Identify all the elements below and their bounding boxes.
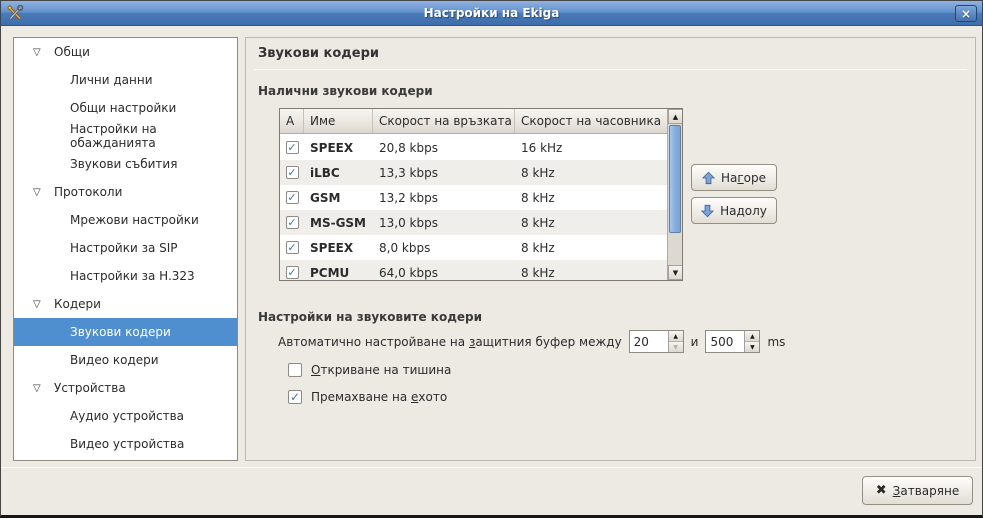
scrollbar-thumb[interactable]	[669, 125, 681, 233]
scroll-down-button[interactable]: ▼	[668, 265, 683, 280]
echo-cancellation-row[interactable]: ✓ Премахване на ехото	[288, 390, 447, 404]
scroll-up-button[interactable]: ▲	[668, 109, 683, 124]
column-header-active[interactable]: A	[280, 109, 304, 133]
sidebar-item-audio-ustroystva[interactable]: Аудио устройства	[14, 402, 237, 430]
arrow-up-icon: ▲	[673, 113, 678, 121]
move-down-label: Надолу	[720, 204, 767, 218]
expander-icon[interactable]: ▽	[33, 383, 48, 394]
spinner-steppers: ▲ ▼	[668, 331, 683, 352]
column-header-bitrate[interactable]: Скорост на връзката	[373, 109, 515, 133]
jitter-max-spinbox[interactable]: ▲ ▼	[705, 330, 760, 353]
close-x-icon: ✖	[876, 483, 887, 498]
codec-settings-label: Настройки на звуковите кодери	[258, 310, 482, 324]
jitter-min-input[interactable]	[630, 331, 668, 352]
preferences-window: Настройки на Ekiga × ▽ Общи Лични данни …	[0, 0, 983, 518]
table-row[interactable]: ✓ PCMU 64,0 kbps 8 kHz	[280, 260, 667, 281]
close-button-label: Затваряне	[893, 484, 960, 498]
move-down-button[interactable]: Надолу	[691, 197, 777, 224]
sidebar-item-nastroyki-za-h323[interactable]: Настройки за H.323	[14, 262, 237, 290]
sidebar-item-video-ustroystva[interactable]: Видео устройства	[14, 430, 237, 458]
jitter-max-input[interactable]	[706, 331, 744, 352]
up-arrow-icon	[702, 171, 715, 185]
sidebar-item-mrezhovi-nastroyki[interactable]: Мрежови настройки	[14, 206, 237, 234]
codec-table-header: A Име Скорост на връзката Скорост на час…	[280, 109, 667, 134]
table-row[interactable]: ✓ SPEEX 8,0 kbps 8 kHz	[280, 235, 667, 260]
codec-table-body: ✓ SPEEX 20,8 kbps 16 kHz ✓ iLBC 13,3 kbp…	[280, 135, 667, 281]
page-title: Звукови кодери	[258, 46, 379, 61]
codec-enabled-checkbox[interactable]: ✓	[286, 166, 299, 179]
close-button[interactable]: ✖ Затваряне	[862, 476, 973, 505]
move-up-label: Нагоре	[721, 171, 766, 185]
table-scrollbar[interactable]: ▲ ▼	[667, 109, 682, 280]
move-up-button[interactable]: Нагоре	[691, 164, 777, 191]
jitter-min-spinbox[interactable]: ▲ ▼	[629, 330, 684, 353]
sidebar-item-nastroyki-na-obazhdaniyata[interactable]: Настройки на обажданията	[14, 122, 237, 150]
silence-detection-row[interactable]: Откриване на тишина	[288, 363, 451, 377]
titlebar[interactable]: Настройки на Ekiga ×	[1, 1, 982, 26]
echo-cancellation-checkbox[interactable]: ✓	[288, 390, 302, 404]
silence-detection-checkbox[interactable]	[288, 363, 302, 377]
sidebar-group-protokoli[interactable]: ▽ Протоколи	[14, 178, 237, 206]
jitter-buffer-label: Автоматично настройване на защитния буфе…	[278, 335, 622, 349]
sidebar-group-obshti[interactable]: ▽ Общи	[14, 38, 237, 66]
codec-table: A Име Скорост на връзката Скорост на час…	[279, 108, 683, 281]
unit-label: ms	[767, 335, 785, 349]
between-label: и	[691, 335, 699, 349]
close-icon: ×	[961, 7, 971, 21]
sidebar-item-zvukovi-sabitiya[interactable]: Звукови събития	[14, 150, 237, 178]
table-row[interactable]: ✓ GSM 13,2 kbps 8 kHz	[280, 185, 667, 210]
codec-enabled-checkbox[interactable]: ✓	[286, 141, 299, 154]
expander-icon[interactable]: ▽	[33, 187, 48, 198]
spin-down-icon[interactable]: ▼	[745, 341, 759, 352]
table-row[interactable]: ✓ SPEEX 20,8 kbps 16 kHz	[280, 135, 667, 160]
check-icon: ✓	[290, 392, 300, 403]
available-codecs-label: Налични звукови кодери	[258, 84, 433, 98]
silence-detection-label: Откриване на тишина	[311, 363, 451, 377]
codec-enabled-checkbox[interactable]: ✓	[286, 241, 299, 254]
arrow-down-icon: ▼	[673, 269, 678, 277]
sidebar-group-ustroystva[interactable]: ▽ Устройства	[14, 374, 237, 402]
title-separator	[254, 69, 967, 70]
check-icon: ✓	[287, 192, 296, 203]
column-header-clockrate[interactable]: Скорост на часовника	[515, 109, 667, 133]
spin-down-icon[interactable]: ▼	[669, 341, 683, 352]
codec-enabled-checkbox[interactable]: ✓	[286, 216, 299, 229]
sidebar-item-video-koderi[interactable]: Видео кодери	[14, 346, 237, 374]
footer-separator	[1, 467, 982, 468]
sidebar-group-koderi[interactable]: ▽ Кодери	[14, 290, 237, 318]
settings-tree: ▽ Общи Лични данни Общи настройки Настро…	[13, 37, 238, 461]
check-icon: ✓	[287, 242, 296, 253]
expander-icon[interactable]: ▽	[33, 47, 48, 58]
spin-up-icon[interactable]: ▲	[669, 331, 683, 341]
dialog-body: ▽ Общи Лични данни Общи настройки Настро…	[1, 26, 982, 515]
column-header-name[interactable]: Име	[304, 109, 373, 133]
table-row[interactable]: ✓ iLBC 13,3 kbps 8 kHz	[280, 160, 667, 185]
window-title: Настройки на Ekiga	[1, 6, 982, 20]
codec-enabled-checkbox[interactable]: ✓	[286, 266, 299, 279]
check-icon: ✓	[287, 217, 296, 228]
jitter-buffer-row: Автоматично настройване на защитния буфе…	[278, 330, 785, 353]
check-icon: ✓	[287, 142, 296, 153]
spin-up-icon[interactable]: ▲	[745, 331, 759, 341]
echo-cancellation-label: Премахване на ехото	[311, 390, 447, 404]
sidebar-item-lichni-danni[interactable]: Лични данни	[14, 66, 237, 94]
down-arrow-icon	[701, 204, 714, 218]
sidebar-item-obshti-nastroyki[interactable]: Общи настройки	[14, 94, 237, 122]
window-close-button[interactable]: ×	[955, 5, 977, 22]
table-row[interactable]: ✓ MS-GSM 13,0 kbps 8 kHz	[280, 210, 667, 235]
spinner-steppers: ▲ ▼	[744, 331, 759, 352]
sidebar-item-nastroyki-za-sip[interactable]: Настройки за SIP	[14, 234, 237, 262]
check-icon: ✓	[287, 267, 296, 278]
expander-icon[interactable]: ▽	[33, 299, 48, 310]
codec-enabled-checkbox[interactable]: ✓	[286, 191, 299, 204]
sidebar-item-zvukovi-koderi[interactable]: Звукови кодери	[14, 318, 237, 346]
check-icon: ✓	[287, 167, 296, 178]
main-panel: Звукови кодери Налични звукови кодери A …	[245, 37, 976, 461]
